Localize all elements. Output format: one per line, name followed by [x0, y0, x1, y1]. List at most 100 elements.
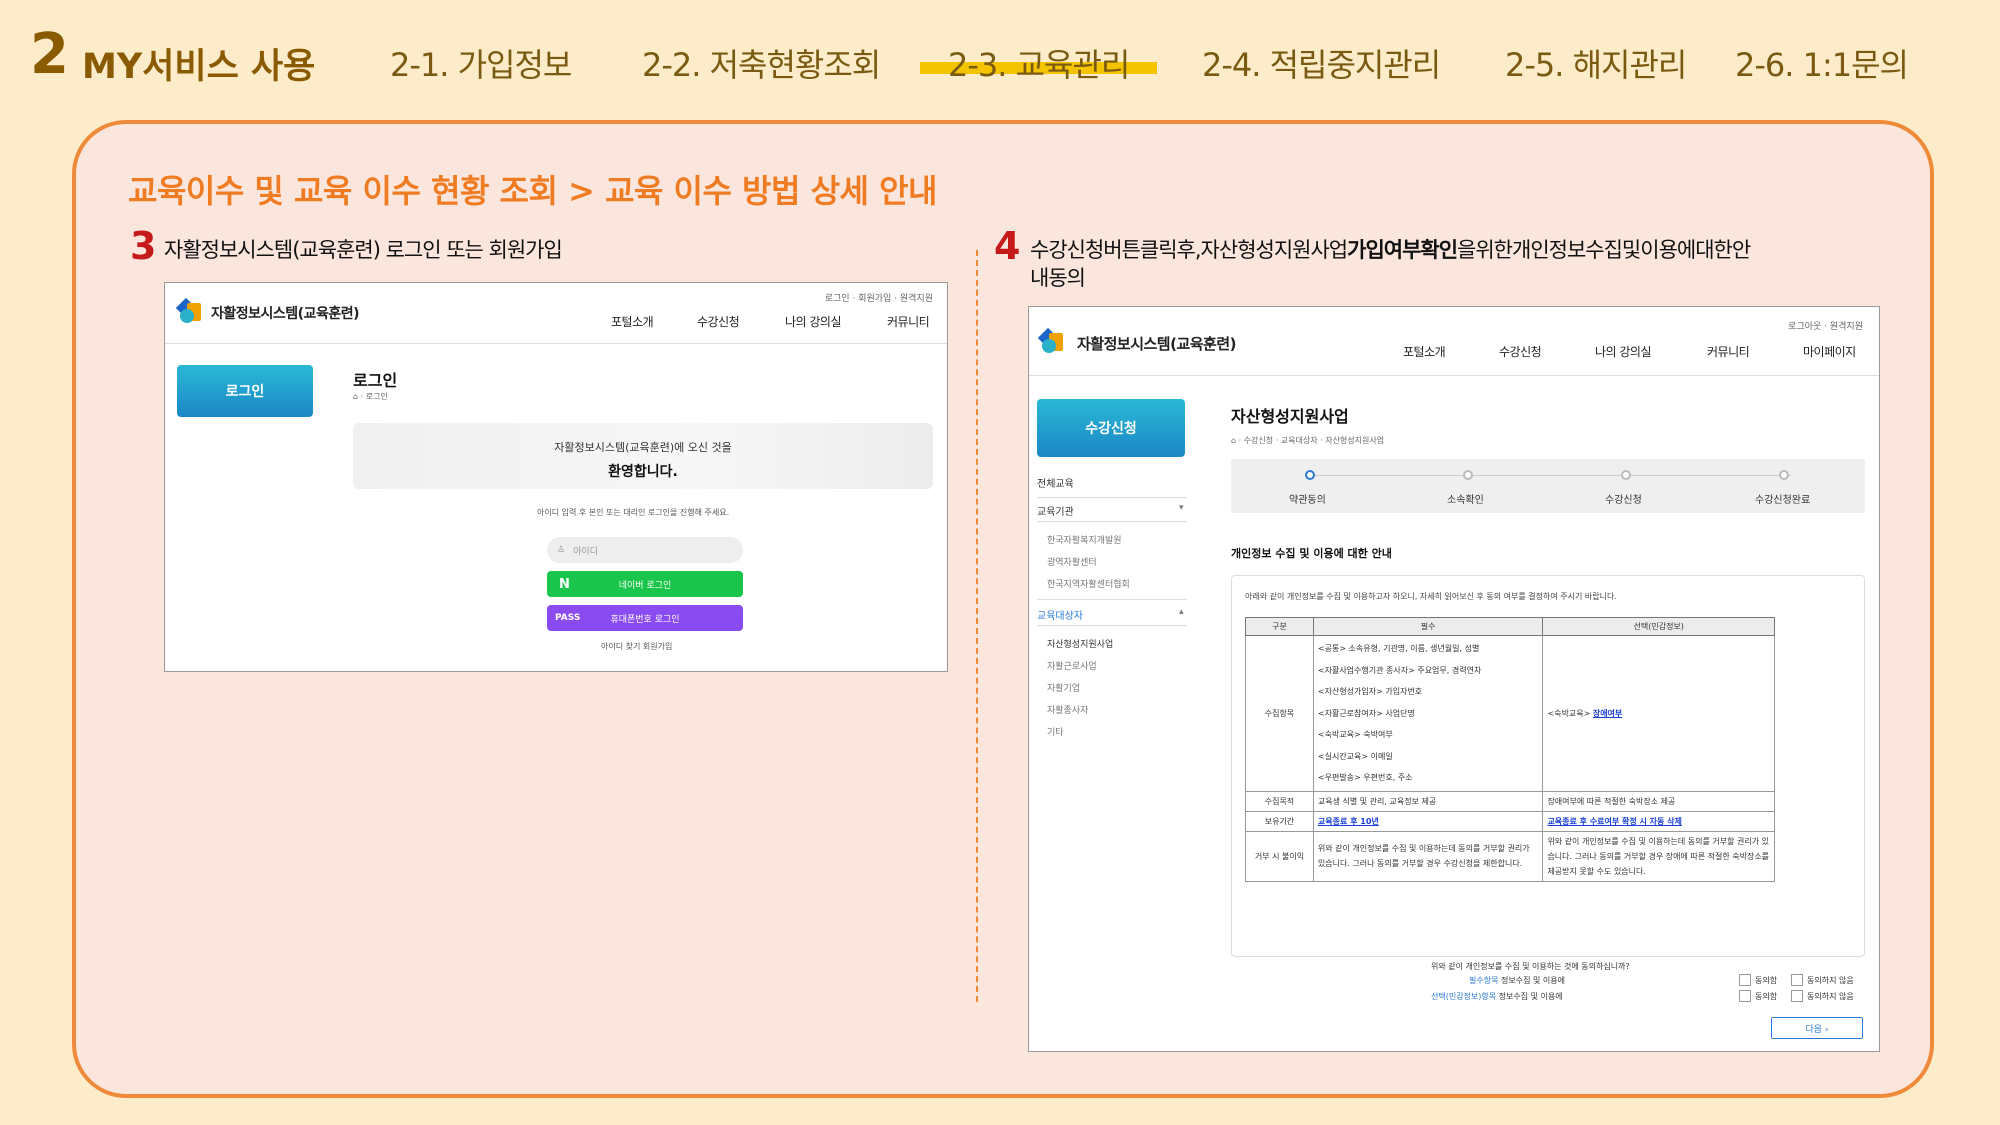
gnb-community[interactable]: 커뮤니티 [887, 313, 930, 330]
util-links[interactable]: 로그인 · 회원가입 · 원격지원 [825, 291, 933, 304]
gnb-community[interactable]: 커뮤니티 [1707, 343, 1750, 360]
util-links[interactable]: 로그아웃 · 원격지원 [1788, 319, 1863, 332]
step-dot-complete [1779, 470, 1789, 480]
page-breadcrumb: ⌂ · 로그인 [353, 392, 388, 401]
side-menu-institution[interactable]: 교육기관 [1037, 503, 1074, 518]
side-menu-asset[interactable]: 자산형성지원사업 [1047, 637, 1113, 650]
welcome-line1: 자활정보시스템(교육훈련)에 오신 것을 [554, 441, 732, 454]
side-menu-kdi[interactable]: 한국자활복지개발원 [1047, 533, 1122, 546]
collect-item: <숙박교육> 숙박여부 [1317, 730, 1393, 739]
header-rule [1029, 375, 1879, 376]
side-menu-staff[interactable]: 자활종사자 [1047, 703, 1088, 716]
th-category: 구분 [1245, 617, 1314, 636]
row-purpose-label: 수집목적 [1245, 790, 1314, 812]
side-menu-etc[interactable]: 기타 [1047, 725, 1064, 738]
gnb-mypage[interactable]: 마이페이지 [1803, 343, 1856, 360]
agree-optional-suffix: 정보수집 및 이용에 [1496, 992, 1563, 1001]
nav-item-education[interactable]: 2-3. 교육관리 [919, 40, 1158, 86]
side-menu-enterprise[interactable]: 자활기업 [1047, 681, 1080, 694]
next-button[interactable]: 다음 › [1771, 1017, 1863, 1039]
step3-text: 자활정보시스템(교육훈련) 로그인 또는 회원가입 [164, 238, 563, 262]
pass-icon: PASS [555, 613, 581, 623]
brand-name: 자활정보시스템(교육훈련) [1077, 335, 1237, 353]
side-menu-all[interactable]: 전체교육 [1037, 475, 1074, 490]
retention-required-text: 교육종료 후 10년 [1317, 816, 1379, 826]
retention-optional-text: 교육종료 후 수료여부 확정 시 자동 삭제 [1547, 816, 1682, 826]
naver-icon: N [559, 576, 570, 592]
pass-login-label: 휴대폰번호 로그인 [610, 614, 680, 625]
page-title: 로그인 [353, 371, 398, 390]
step4-text-pre: 수강신청버튼클릭후,자산형성지원사업 [1030, 238, 1348, 262]
pass-login-button[interactable]: PASS 휴대폰번호 로그인 [547, 605, 743, 631]
nav-item-suspend[interactable]: 2-4. 적립중지관리 [1202, 40, 1441, 86]
gnb-enroll[interactable]: 수강신청 [1499, 343, 1542, 360]
optional-disagree-checkbox[interactable] [1791, 990, 1803, 1002]
th-optional: 선택(민감정보) [1542, 617, 1775, 636]
login-screenshot: 자활정보시스템(교육훈련) 로그인 · 회원가입 · 원격지원 포털소개 수강신… [164, 282, 948, 672]
side-menu-regional[interactable]: 광역자활센터 [1047, 555, 1097, 568]
collect-item: <실시간교육> 이메일 [1317, 751, 1393, 761]
side-divider [1037, 625, 1187, 626]
retention-optional: 교육종료 후 수료여부 확정 시 자동 삭제 [1542, 810, 1775, 832]
logo-icon [1037, 327, 1065, 355]
naver-login-button[interactable]: N 네이버 로그인 [547, 571, 743, 597]
side-menu-target[interactable]: 교육대상자 [1037, 607, 1083, 622]
chevron-up-icon: ▴ [1179, 607, 1184, 617]
consent-screenshot: 자활정보시스템(교육훈련) 로그아웃 · 원격지원 포털소개 수강신청 나의 강… [1028, 306, 1880, 1052]
gnb-portal[interactable]: 포털소개 [1403, 343, 1446, 360]
find-id-signup-links[interactable]: 아이디 찾기 회원가입 [601, 641, 672, 652]
side-enroll-button[interactable]: 수강신청 [1037, 399, 1185, 457]
step4-text-bold: 가입여부확인 [1347, 238, 1458, 262]
privacy-section-title: 개인정보 수집 및 이용에 대한 안내 [1231, 547, 1392, 560]
step-label-affiliation: 소속확인 [1447, 495, 1484, 506]
collect-optional: <숙박교육> 장애여부 [1542, 635, 1775, 792]
gnb-classroom[interactable]: 나의 강의실 [1595, 343, 1652, 360]
row-collect-label: 수집항목 [1245, 635, 1314, 792]
page-title: 자산형성지원사업 [1231, 407, 1349, 426]
nav-item-inquiry[interactable]: 2-6. 1:1문의 [1735, 40, 1909, 86]
login-guide: 아이디 입력 후 본인 또는 대리인 로그인을 진행해 주세요. [537, 508, 730, 517]
step3-number: 3 [130, 224, 157, 268]
optional-agree-checkbox[interactable] [1739, 990, 1751, 1002]
progress-steps: 약관동의 소속확인 수강신청 수강신청완료 [1231, 459, 1865, 513]
step4-text: 수강신청버튼클릭후,자산형성지원사업가입여부확인을위한개인정보수집및이용에대한안… [1030, 236, 1751, 292]
brand-name: 자활정보시스템(교육훈련) [211, 306, 359, 322]
side-menu-work[interactable]: 자활근로사업 [1047, 659, 1097, 672]
required-agree-checkbox[interactable] [1739, 974, 1751, 986]
gnb-classroom[interactable]: 나의 강의실 [785, 313, 842, 330]
refuse-required: 위와 같이 개인정보를 수집 및 이용하는데 동의를 거부할 권리가 있습니다.… [1312, 830, 1544, 882]
agree-required-suffix: 정보수집 및 이용에 [1498, 976, 1565, 985]
naver-login-label: 네이버 로그인 [618, 580, 672, 591]
welcome-line2: 환영합니다. [608, 464, 678, 480]
agree-question: 위와 같이 개인정보를 수집 및 이용하는 것에 동의하십니까? [1431, 962, 1630, 971]
th-required: 필수 [1312, 617, 1544, 636]
agree-required-label: 필수항목 정보수집 및 이용에 [1469, 975, 1565, 986]
nav-item-cancel[interactable]: 2-5. 해지관리 [1505, 40, 1687, 86]
gnb-portal[interactable]: 포털소개 [611, 313, 654, 330]
logo-icon [175, 297, 203, 325]
side-login-button[interactable]: 로그인 [177, 365, 313, 417]
optional-agree-label: 동의함 [1755, 992, 1778, 1001]
required-agree-label: 동의함 [1755, 976, 1778, 985]
step-dot-agree [1305, 470, 1315, 480]
nav-item-savings-status[interactable]: 2-2. 저축현황조회 [642, 40, 881, 86]
step4-number: 4 [994, 224, 1021, 268]
required-disagree-checkbox[interactable] [1791, 974, 1803, 986]
id-input[interactable]: ♙ 아이디 [547, 537, 743, 563]
collect-optional-link: 장애여부 [1592, 708, 1623, 718]
section-title: MY서비스 사용 [82, 47, 316, 87]
chevron-down-icon: ▾ [1179, 503, 1184, 513]
nav-item-join-info[interactable]: 2-1. 가입정보 [390, 40, 572, 86]
collect-item: <우편발송> 우편번호, 주소 [1317, 773, 1413, 782]
collect-required: <공통> 소속유형, 기관명, 이름, 생년월일, 성별 <자활사업수행기관 종… [1312, 635, 1544, 792]
welcome-banner: 자활정보시스템(교육훈련)에 오신 것을 환영합니다. [353, 423, 933, 489]
collect-item: <자산형성가입자> 가입자번호 [1317, 687, 1423, 696]
step-dot-enroll [1621, 470, 1631, 480]
refuse-optional: 위와 같이 개인정보를 수집 및 이용하는데 동의를 거부할 권리가 있습니다.… [1542, 830, 1775, 882]
gnb-enroll[interactable]: 수강신청 [697, 313, 740, 330]
optional-disagree-label: 동의하지 않음 [1807, 992, 1854, 1001]
top-navigation: 2 MY서비스 사용 2-1. 가입정보 2-2. 저축현황조회 2-3. 교육… [0, 0, 2000, 118]
side-menu-assoc[interactable]: 한국지역자활센터협회 [1047, 577, 1130, 590]
side-divider [1037, 497, 1187, 498]
retention-required: 교육종료 후 10년 [1312, 810, 1544, 832]
